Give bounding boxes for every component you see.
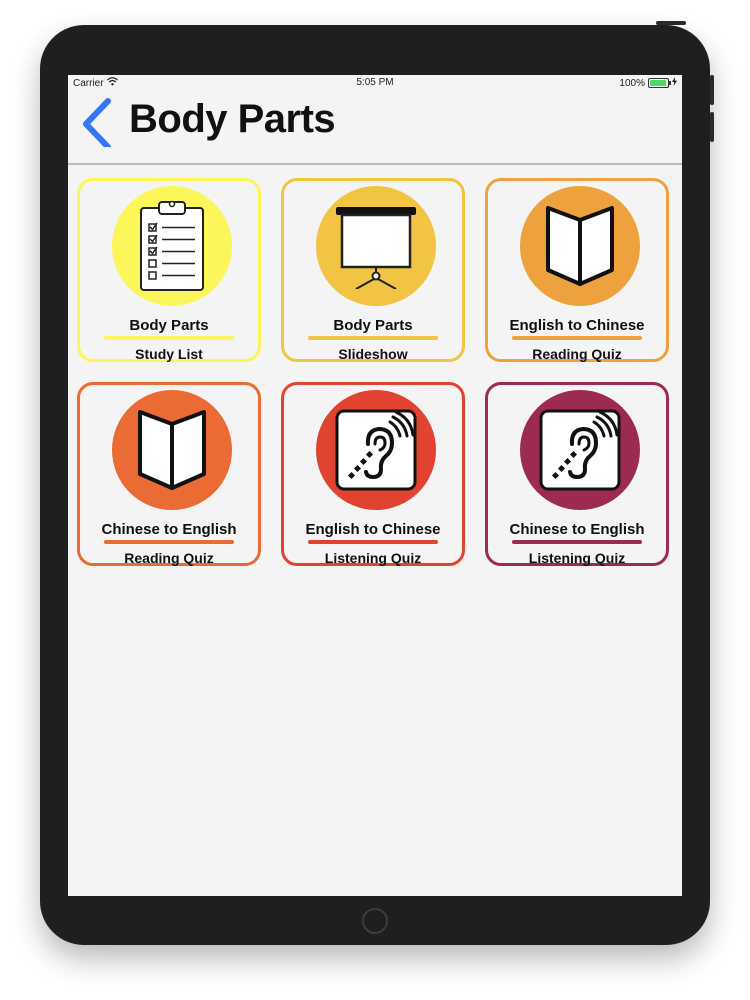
tile-icon-circle <box>520 186 640 306</box>
device-volume-up-button <box>710 75 714 105</box>
tile-subtitle: Reading Quiz <box>124 550 214 566</box>
chevron-left-icon <box>83 98 111 150</box>
status-right: 100% <box>619 77 677 89</box>
navigation-bar: Body Parts <box>68 91 682 165</box>
tile-english-to-chinese-listening-quiz[interactable]: English to Chinese Listening Quiz <box>281 382 465 566</box>
tile-subtitle: Listening Quiz <box>324 550 422 566</box>
tile-study-list[interactable]: Body Parts Study List <box>77 178 261 362</box>
tile-divider <box>512 540 642 544</box>
tile-icon-circle <box>316 186 436 306</box>
battery-icon <box>648 78 671 88</box>
tile-icon-circle <box>112 186 232 306</box>
device-volume-down-button <box>710 112 714 142</box>
tile-subtitle: Slideshow <box>338 346 408 362</box>
tile-divider <box>308 540 438 544</box>
device-top-button <box>656 21 686 25</box>
tile-title: English to Chinese <box>509 317 645 334</box>
charging-bolt-icon <box>672 77 677 89</box>
tile-subtitle: Listening Quiz <box>528 550 626 566</box>
status-bar: Carrier 5:05 PM 100% <box>68 75 682 91</box>
tile-title: Body Parts <box>333 317 413 334</box>
page-title: Body Parts <box>129 97 336 141</box>
tile-chinese-to-english-listening-quiz[interactable]: Chinese to English Listening Quiz <box>485 382 669 566</box>
hearing-ear-icon <box>539 409 621 491</box>
tile-divider <box>104 540 234 544</box>
tile-slideshow[interactable]: Body Parts Slideshow <box>281 178 465 362</box>
tile-icon-circle <box>112 390 232 510</box>
tile-english-to-chinese-reading-quiz[interactable]: English to Chinese Reading Quiz <box>485 178 669 362</box>
home-button[interactable] <box>362 908 388 934</box>
battery-percentage: 100% <box>619 77 645 89</box>
app-screen: Carrier 5:05 PM 100% Body Parts Body Par… <box>68 75 682 896</box>
tile-subtitle: Study List <box>135 346 203 362</box>
tile-title: Chinese to English <box>509 521 645 538</box>
tile-title: English to Chinese <box>305 521 441 538</box>
tile-divider <box>512 336 642 340</box>
tile-chinese-to-english-reading-quiz[interactable]: Chinese to English Reading Quiz <box>77 382 261 566</box>
open-book-icon <box>546 206 614 286</box>
hearing-ear-icon <box>335 409 417 491</box>
tile-subtitle: Reading Quiz <box>532 346 622 362</box>
tile-title: Chinese to English <box>101 521 237 538</box>
tile-divider <box>104 336 234 340</box>
status-time: 5:05 PM <box>356 77 394 88</box>
back-button[interactable] <box>78 97 118 150</box>
tile-title: Body Parts <box>129 317 209 334</box>
tile-divider <box>308 336 438 340</box>
open-book-icon <box>138 410 206 490</box>
projector-screen-icon <box>336 207 416 289</box>
tile-icon-circle <box>520 390 640 510</box>
clipboard-checklist-icon <box>140 200 204 291</box>
tile-icon-circle <box>316 390 436 510</box>
